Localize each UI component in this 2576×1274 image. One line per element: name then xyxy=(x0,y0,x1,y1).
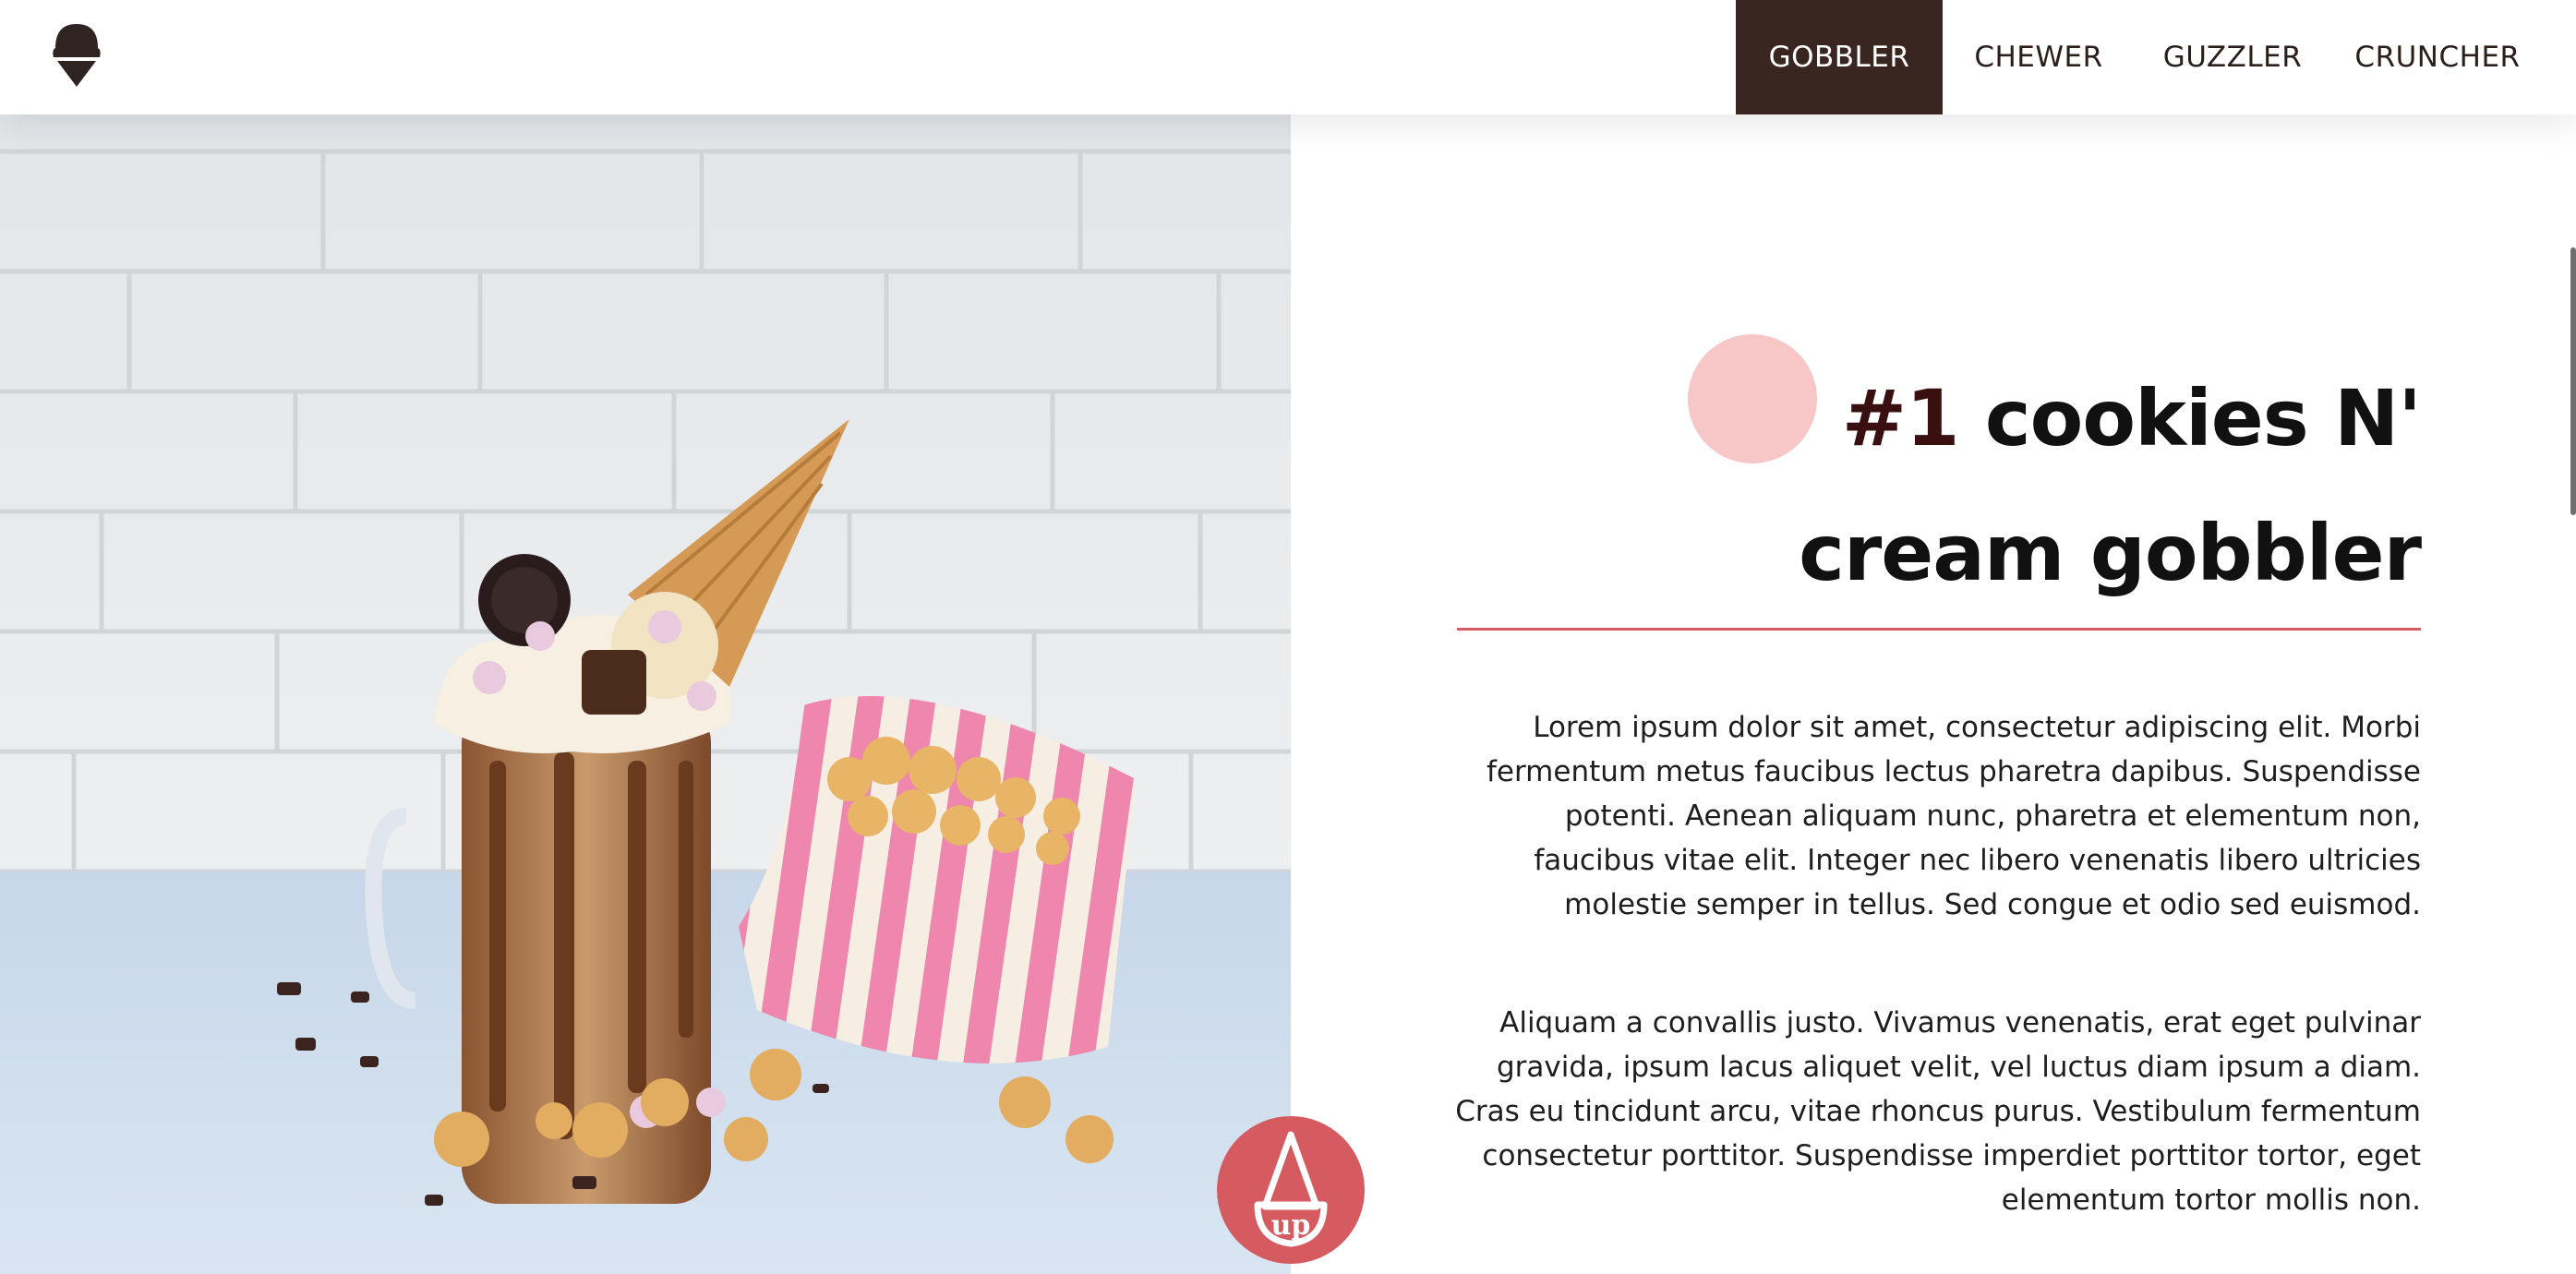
nav-item-guzzler[interactable]: GUZZLER xyxy=(2135,0,2330,114)
nav-item-gobbler[interactable]: GOBBLER xyxy=(1736,0,1943,114)
nav-item-cruncher[interactable]: CRUNCHER xyxy=(2330,0,2545,114)
title-divider xyxy=(1457,628,2421,631)
title-number: #1 xyxy=(1841,373,1960,463)
ice-cream-logo-icon[interactable] xyxy=(46,20,107,87)
page-title: #1 cookies N' cream gobbler xyxy=(1590,351,2422,620)
main-nav: GOBBLER CHEWER GUZZLER CRUNCHER xyxy=(1736,0,2576,114)
nav-item-chewer[interactable]: CHEWER xyxy=(1943,0,2135,114)
hero-image xyxy=(0,114,1291,1274)
article-paragraph-1: Lorem ipsum dolor sit amet, consectetur … xyxy=(1486,711,2421,921)
page-scrollbar[interactable] xyxy=(2570,247,2576,515)
site-header: GOBBLER CHEWER GUZZLER CRUNCHER xyxy=(0,0,2576,114)
up-cone-icon: up xyxy=(1254,1131,1328,1247)
article-paragraph-2: Aliquam a convallis justo. Vivamus venen… xyxy=(1455,1006,2421,1217)
scroll-up-button[interactable]: up xyxy=(1217,1116,1365,1264)
up-button-label: up xyxy=(1271,1209,1311,1242)
